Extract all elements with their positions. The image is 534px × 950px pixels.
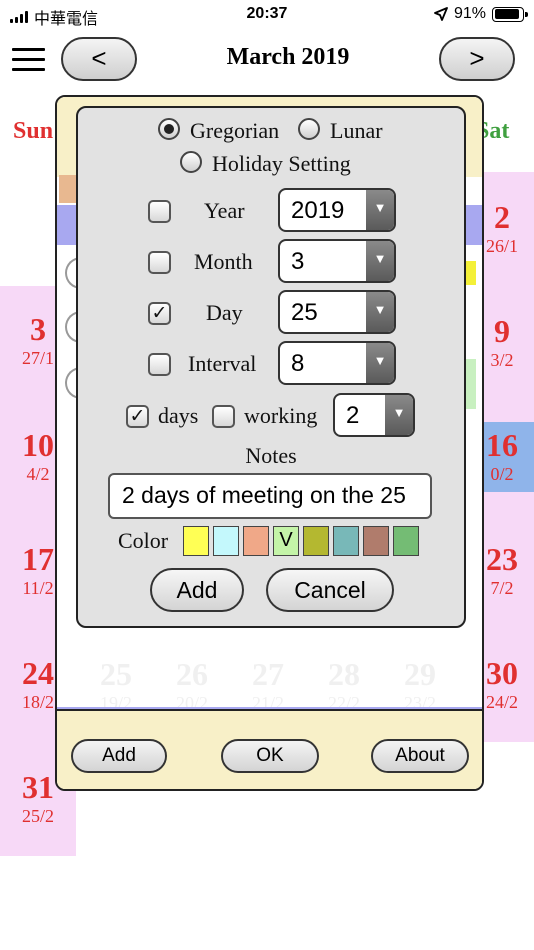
chevron-down-icon: ▼ xyxy=(366,241,394,281)
cancel-button[interactable]: Cancel xyxy=(266,568,394,612)
month-label: Month xyxy=(194,249,253,274)
weekday-sun: Sun xyxy=(13,118,54,144)
status-bar: 中華電信 20:37 91% xyxy=(0,0,534,30)
color-swatch-green[interactable] xyxy=(393,526,419,556)
year-checkbox[interactable] xyxy=(148,200,171,223)
event-settings-modal: Gregorian Lunar Holiday Setting Year 201… xyxy=(76,106,466,628)
working-checkbox[interactable] xyxy=(212,405,235,428)
holiday-setting-label: Holiday Setting xyxy=(212,151,351,176)
color-swatch-teal[interactable] xyxy=(333,526,359,556)
holiday-setting-radio[interactable] xyxy=(180,151,202,173)
working-label: working xyxy=(244,403,318,428)
color-swatch-brown[interactable] xyxy=(363,526,389,556)
month-checkbox[interactable] xyxy=(148,251,171,274)
notes-input[interactable]: 2 days of meeting on the 25 xyxy=(108,473,432,519)
working-days-select[interactable]: 2 ▼ xyxy=(333,393,415,437)
about-button[interactable]: About xyxy=(371,739,469,773)
color-swatch-yellow[interactable] xyxy=(183,526,209,556)
location-arrow-icon xyxy=(434,7,448,21)
color-swatch-light-cyan[interactable] xyxy=(213,526,239,556)
days-label: days xyxy=(158,403,199,428)
days-checkbox[interactable]: ✓ xyxy=(126,405,149,428)
year-select[interactable]: 2019 ▼ xyxy=(278,188,396,232)
lunar-radio[interactable] xyxy=(298,118,320,140)
chevron-down-icon: ▼ xyxy=(385,395,413,435)
year-label: Year xyxy=(204,198,245,223)
notes-label: Notes xyxy=(245,443,297,468)
interval-checkbox[interactable] xyxy=(148,353,171,376)
chevron-down-icon: ▼ xyxy=(366,343,394,383)
color-label: Color xyxy=(118,528,169,553)
gregorian-label: Gregorian xyxy=(190,118,280,143)
month-select[interactable]: 3 ▼ xyxy=(278,239,396,283)
interval-label: Interval xyxy=(188,351,257,376)
add-button[interactable]: Add xyxy=(71,739,167,773)
day-select[interactable]: 25 ▼ xyxy=(278,290,396,334)
chevron-down-icon: ▼ xyxy=(366,292,394,332)
next-month-button[interactable]: > xyxy=(439,37,515,81)
gregorian-radio[interactable] xyxy=(158,118,180,140)
lunar-label: Lunar xyxy=(330,118,383,143)
battery-icon xyxy=(492,6,528,22)
color-swatch-light-green[interactable]: V xyxy=(273,526,299,556)
ok-button[interactable]: OK xyxy=(221,739,319,773)
day-label: Day xyxy=(206,300,243,325)
add-event-button[interactable]: Add xyxy=(150,568,244,612)
interval-select[interactable]: 8 ▼ xyxy=(278,341,396,385)
color-swatch-salmon[interactable] xyxy=(243,526,269,556)
day-checkbox[interactable]: ✓ xyxy=(148,302,171,325)
color-swatch-olive[interactable] xyxy=(303,526,329,556)
battery-percent: 91% xyxy=(453,5,486,22)
chevron-down-icon: ▼ xyxy=(366,190,394,230)
